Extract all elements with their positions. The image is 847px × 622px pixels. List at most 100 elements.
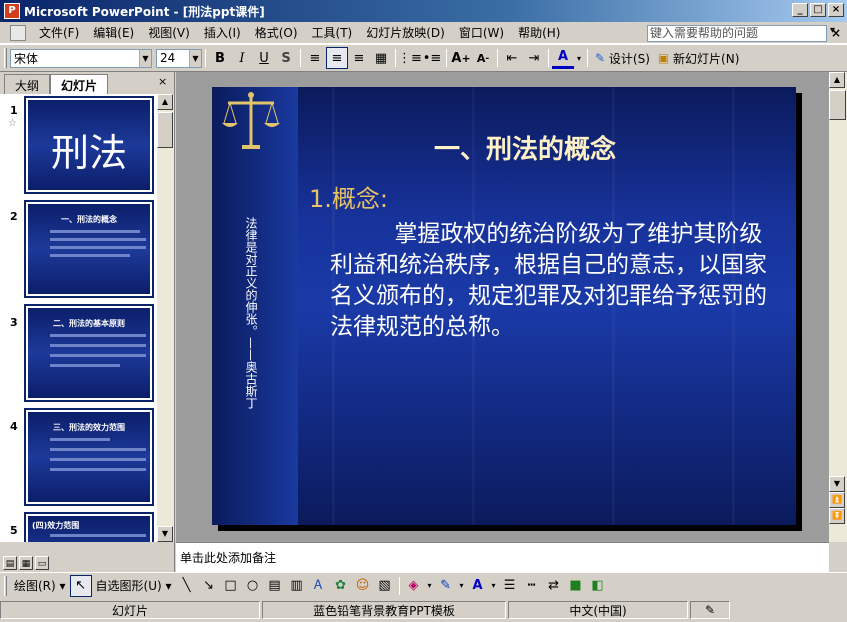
menu-tools[interactable]: 工具(T) [305, 22, 360, 44]
design-button[interactable]: ✎ 设计(S) [591, 50, 654, 67]
separator [587, 49, 588, 67]
slide-thumbnail-1[interactable]: 刑法 [24, 96, 154, 194]
menu-edit[interactable]: 编辑(E) [86, 22, 141, 44]
document-close-icon[interactable]: × [831, 26, 841, 40]
increase-indent-icon[interactable]: ⇥ [523, 47, 545, 69]
new-slide-icon: ▣ [657, 51, 670, 65]
slide-thumbnail-2[interactable]: 一、刑法的概念 [24, 200, 154, 298]
help-search-input[interactable]: 键入需要帮助的问题 [647, 25, 827, 42]
scroll-up-icon[interactable]: ▲ [157, 94, 173, 110]
menu-format[interactable]: 格式(O) [248, 22, 305, 44]
rectangle-icon[interactable]: □ [220, 575, 242, 597]
chevron-down-icon[interactable]: ▼ [189, 49, 201, 67]
font-size-select[interactable]: 24 ▼ [156, 48, 202, 68]
slide-number: 5 [10, 524, 18, 537]
tab-outline[interactable]: 大纲 [4, 74, 51, 94]
document-icon[interactable] [10, 24, 26, 41]
minimize-button[interactable]: _ [792, 3, 808, 17]
chevron-down-icon[interactable]: ▼ [139, 49, 151, 67]
chevron-down-icon[interactable]: ▾ [489, 575, 499, 597]
slide-title[interactable]: 一、刑法的概念 [434, 129, 616, 166]
shadow-button[interactable]: S [275, 47, 297, 69]
font-color-icon[interactable]: A [467, 575, 489, 597]
scroll-thumb[interactable] [829, 90, 846, 120]
current-slide[interactable]: 法律是对正义的伸张。——奥古斯丁 一、刑法的概念 1.概念: 掌握政权的统治阶级… [212, 87, 796, 525]
close-button[interactable]: × [828, 3, 844, 17]
oval-icon[interactable]: ○ [242, 575, 264, 597]
normal-view-icon[interactable]: ▤ [3, 556, 17, 570]
decrease-indent-icon[interactable]: ⇤ [501, 47, 523, 69]
menu-view[interactable]: 视图(V) [141, 22, 197, 44]
editor-scrollbar[interactable]: ▲ ▼ ⏫ ⏬ [829, 72, 847, 542]
numbered-list-icon[interactable]: ⋮≡ [398, 47, 422, 69]
line-color-icon[interactable]: ✎ [435, 575, 457, 597]
font-color-icon[interactable]: A [552, 47, 574, 69]
line-icon[interactable]: ╲ [176, 575, 198, 597]
slide-editor[interactable]: 法律是对正义的伸张。——奥古斯丁 一、刑法的概念 1.概念: 掌握政权的统治阶级… [176, 72, 829, 542]
picture-icon[interactable]: ▧ [374, 575, 396, 597]
slide-sorter-icon[interactable]: ▦ [19, 556, 33, 570]
scroll-up-icon[interactable]: ▲ [829, 72, 845, 88]
chevron-down-icon[interactable]: ▾ [425, 575, 435, 597]
previous-slide-icon[interactable]: ⏫ [829, 492, 845, 508]
scroll-down-icon[interactable]: ▼ [829, 476, 845, 492]
bold-button[interactable]: B [209, 47, 231, 69]
vertical-textbox-icon[interactable]: ▥ [286, 575, 308, 597]
decrease-font-icon[interactable]: A- [472, 47, 494, 69]
menu-slideshow[interactable]: 幻灯片放映(D) [359, 22, 452, 44]
underline-button[interactable]: U [253, 47, 275, 69]
clipart-icon[interactable]: ☺ [352, 575, 374, 597]
chevron-down-icon[interactable]: ▾ [574, 47, 584, 69]
align-left-icon[interactable]: ≡ [304, 47, 326, 69]
slide-thumbnail-4[interactable]: 三、刑法的效力范围 [24, 408, 154, 506]
slide-thumbnail-3[interactable]: 二、刑法的基本原则 [24, 304, 154, 402]
spellcheck-icon[interactable]: ✎ [690, 601, 730, 619]
arrow-icon[interactable]: ↘ [198, 575, 220, 597]
autoshapes-button[interactable]: 自选图形(U) ▾ [92, 577, 176, 594]
align-right-icon[interactable]: ≡ [348, 47, 370, 69]
separator [395, 49, 396, 67]
new-slide-button[interactable]: ▣ 新幻灯片(N) [654, 50, 744, 67]
draw-menu-button[interactable]: 绘图(R) ▾ [10, 577, 70, 594]
scroll-down-icon[interactable]: ▼ [157, 526, 173, 542]
powerpoint-app-icon[interactable]: P [4, 3, 20, 19]
slide-body-text[interactable]: 掌握政权的统治阶级为了维护其阶级利益和统治秩序，根据自己的意志，以国家名义颁布的… [330, 219, 780, 343]
align-center-icon[interactable]: ≡ [326, 47, 348, 69]
line-style-icon[interactable]: ☰ [499, 575, 521, 597]
justify-icon[interactable]: ▦ [370, 47, 392, 69]
menu-file[interactable]: 文件(F) [32, 22, 86, 44]
menu-help[interactable]: 帮助(H) [511, 22, 567, 44]
diagram-icon[interactable]: ✿ [330, 575, 352, 597]
textbox-icon[interactable]: ▤ [264, 575, 286, 597]
chevron-down-icon[interactable]: ▾ [457, 575, 467, 597]
thumb-title: 三、刑法的效力范围 [53, 423, 125, 432]
thumb-title: 二、刑法的基本原则 [53, 319, 125, 328]
close-icon[interactable]: × [158, 75, 167, 88]
dash-style-icon[interactable]: ┅ [521, 575, 543, 597]
increase-font-icon[interactable]: A + [450, 47, 472, 69]
arrow-style-icon[interactable]: ⇄ [543, 575, 565, 597]
menu-insert[interactable]: 插入(I) [197, 22, 248, 44]
slide-subtitle[interactable]: 1.概念: [309, 179, 388, 214]
bullet-list-icon[interactable]: •≡ [421, 47, 443, 69]
title-bar: P Microsoft PowerPoint - [刑法ppt课件] _ □ × [0, 0, 847, 22]
tab-slides[interactable]: 幻灯片 [50, 74, 109, 94]
formatting-toolbar: 宋体 ▼ 24 ▼ B I U S ≡ ≡ ≡ ▦ ⋮≡ •≡ A + A- ⇤ … [0, 44, 847, 72]
3d-style-icon[interactable]: ◧ [587, 575, 609, 597]
maximize-button[interactable]: □ [810, 3, 826, 17]
shadow-style-icon[interactable]: ■ [565, 575, 587, 597]
toolbar-grip[interactable] [4, 48, 7, 68]
slideshow-icon[interactable]: ▭ [35, 556, 49, 570]
toolbar-grip[interactable] [4, 575, 7, 596]
italic-button[interactable]: I [231, 47, 253, 69]
next-slide-icon[interactable]: ⏬ [829, 508, 845, 524]
notes-pane[interactable]: 单击此处添加备注 [176, 542, 829, 572]
select-pointer-icon[interactable]: ↖ [69, 574, 92, 597]
font-name-select[interactable]: 宋体 ▼ [10, 48, 152, 68]
menu-window[interactable]: 窗口(W) [452, 22, 511, 44]
scroll-thumb[interactable] [157, 112, 173, 148]
wordart-icon[interactable]: Ꭺ [308, 575, 330, 597]
thumbnail-scrollbar[interactable]: ▲ ▼ [157, 94, 174, 542]
slide-thumbnail-5[interactable]: (四)效力范围 [24, 512, 154, 542]
fill-color-icon[interactable]: ◈ [403, 575, 425, 597]
